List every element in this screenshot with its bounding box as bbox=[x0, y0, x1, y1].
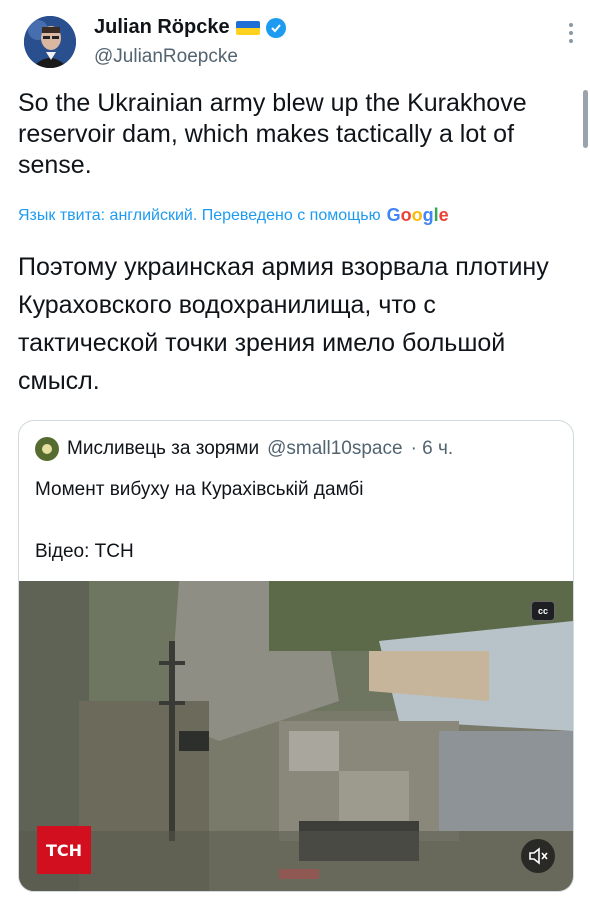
quoted-avatar bbox=[35, 437, 59, 461]
author-name-row: Julian Röpcke bbox=[94, 16, 286, 39]
closed-captions-icon[interactable]: cc bbox=[531, 601, 555, 621]
quoted-header: Мисливець за зорями @small10space · 6 ч. bbox=[35, 437, 453, 461]
video-player[interactable]: cc ТСН bbox=[19, 581, 573, 891]
author-name[interactable]: Julian Röpcke bbox=[94, 16, 230, 39]
quoted-text-line2: Відео: ТСН bbox=[35, 541, 134, 562]
ukraine-flag-icon bbox=[235, 20, 260, 35]
translated-text: Поэтому украинская армия взорвала плотин… bbox=[18, 253, 549, 395]
tweet-header: Julian Röpcke @JulianRoepcke bbox=[18, 12, 578, 72]
google-logo: Google bbox=[386, 205, 449, 225]
scrollbar[interactable] bbox=[583, 90, 588, 148]
verified-badge-icon bbox=[265, 17, 286, 38]
translation-note: Язык твита: английский. Переведено с пом… bbox=[18, 205, 578, 226]
quoted-tweet[interactable]: Мисливець за зорями @small10space · 6 ч.… bbox=[18, 420, 574, 892]
quoted-text-line1: Момент вибуху на Курахівській дамбі bbox=[35, 479, 364, 500]
quoted-author-name: Мисливець за зорями bbox=[67, 438, 260, 459]
quoted-timestamp: · 6 ч. bbox=[410, 438, 454, 459]
author-avatar[interactable] bbox=[24, 16, 76, 68]
quoted-author-handle: @small10space bbox=[267, 438, 403, 459]
tsn-logo: ТСН bbox=[37, 826, 91, 874]
more-icon[interactable] bbox=[568, 22, 574, 44]
mute-icon[interactable] bbox=[521, 839, 555, 873]
tweet-text: So the Ukrainian army blew up the Kurakh… bbox=[18, 89, 527, 179]
video-frame bbox=[19, 581, 573, 891]
translation-note-text[interactable]: Язык твита: английский. Переведено с пом… bbox=[18, 207, 381, 225]
author-handle[interactable]: @JulianRoepcke bbox=[94, 46, 238, 68]
